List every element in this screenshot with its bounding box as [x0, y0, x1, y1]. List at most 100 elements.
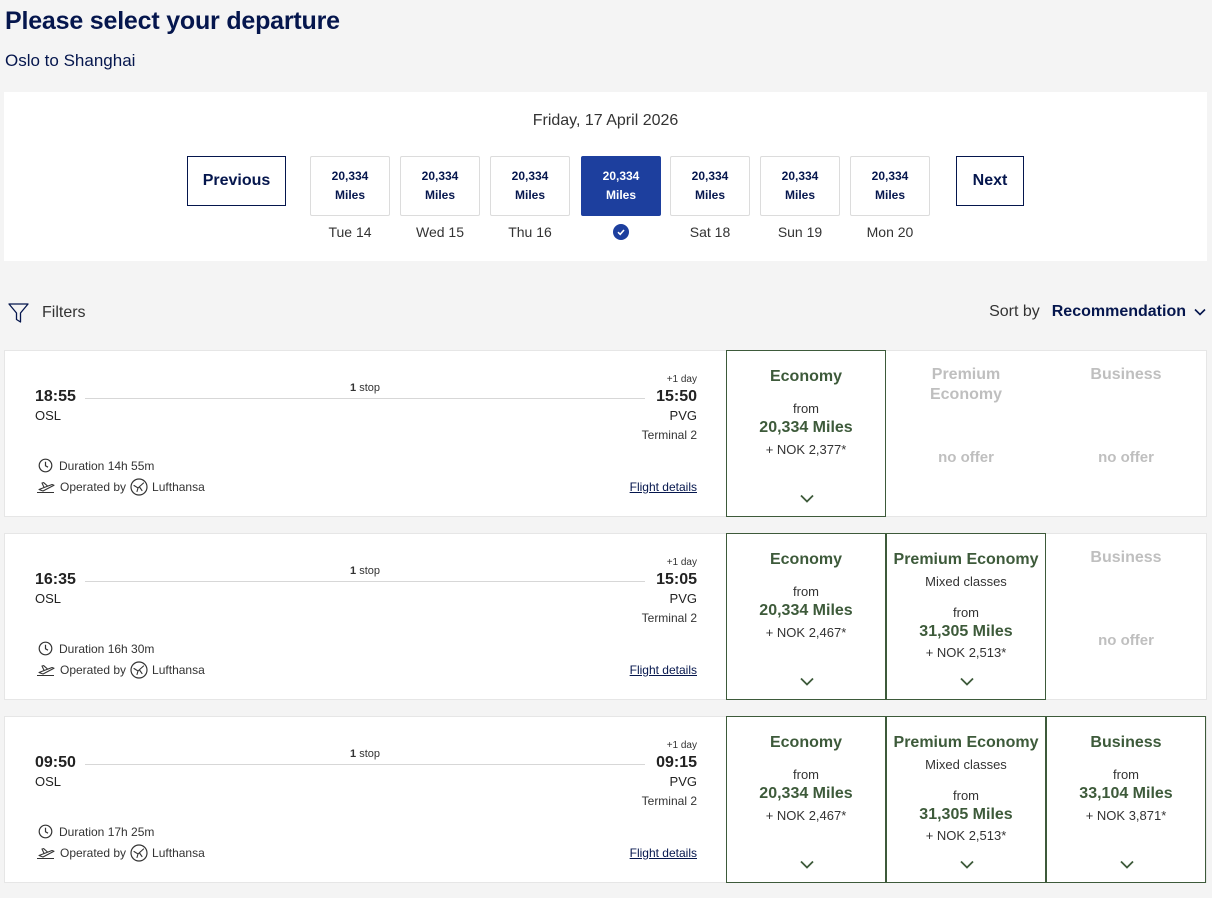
- page-title: Please select your departure: [5, 7, 340, 35]
- operated-by: Operated by Lufthansa: [36, 844, 205, 862]
- fare-surcharge: + NOK 2,513*: [925, 645, 1007, 660]
- operated-by-label: Operated by: [60, 663, 127, 677]
- fare-from: from: [793, 767, 819, 782]
- duration-text: Duration 17h 25m: [59, 824, 155, 839]
- day-price[interactable]: 20,334 Miles: [490, 156, 570, 216]
- fare-class-name: Business: [1090, 549, 1162, 566]
- fare-option[interactable]: Business from 33,104 Miles + NOK 3,871*: [1046, 716, 1206, 883]
- arrival-airport: PVG: [669, 591, 697, 606]
- fare-surcharge: + NOK 2,467*: [765, 808, 847, 823]
- departure-airport: OSL: [35, 591, 62, 606]
- airline-name: Lufthansa: [152, 846, 205, 860]
- day-option[interactable]: 20,334 Miles Sun 19: [760, 156, 840, 242]
- day-label: Sun 19: [777, 224, 823, 240]
- fare-option[interactable]: Economy from 20,334 Miles + NOK 2,467*: [726, 716, 886, 883]
- day-miles-unit: Miles: [694, 188, 725, 202]
- fare-expand[interactable]: [1120, 856, 1134, 874]
- duration: Duration 16h 30m: [38, 641, 154, 656]
- sort-control: Sort by Recommendation: [989, 303, 1206, 321]
- filters-label: Filters: [42, 304, 86, 321]
- day-label: Wed 15: [416, 224, 464, 240]
- chevron-down-icon: [800, 677, 814, 686]
- day-option[interactable]: 20,334 Miles: [581, 156, 661, 240]
- day-price[interactable]: 20,334 Miles: [581, 156, 661, 216]
- lufthansa-logo-icon: [130, 661, 148, 679]
- fare-class-name: Business: [1090, 734, 1162, 751]
- fare-expand[interactable]: [960, 856, 974, 874]
- fare-expand[interactable]: [800, 673, 814, 691]
- flight-info: 16:35 OSL 1 stop +1 day 15:05 PVG Terminal 2 Du…: [5, 534, 725, 699]
- stops-info: 1 stop: [5, 748, 725, 760]
- previous-button[interactable]: Previous: [187, 156, 286, 206]
- selected-date: Friday, 17 April 2026: [532, 112, 679, 129]
- fare-class-name: Premium Economy: [893, 551, 1039, 568]
- duration-text: Duration 16h 30m: [59, 641, 155, 656]
- stops-count: 1: [350, 382, 357, 394]
- fare-surcharge: + NOK 2,467*: [765, 625, 847, 640]
- day-label: Sat 18: [689, 224, 731, 240]
- day-option[interactable]: 20,334 Miles Wed 15: [400, 156, 480, 242]
- stops-word: stop: [359, 565, 380, 577]
- flight-info: 09:50 OSL 1 stop +1 day 09:15 PVG Terminal 2 Du…: [5, 717, 725, 882]
- flight-details-link[interactable]: Flight details: [630, 663, 697, 677]
- plus-day: +1 day: [666, 740, 697, 751]
- fare-surcharge: + NOK 2,513*: [925, 828, 1007, 843]
- day-miles: 20,334: [511, 169, 549, 183]
- day-option[interactable]: 20,334 Miles Sat 18: [670, 156, 750, 242]
- fare-option[interactable]: Premium Economy Mixed classes from 31,305 M…: [886, 716, 1046, 883]
- arrival-terminal: Terminal 2: [641, 611, 697, 625]
- sort-label: Sort by: [989, 303, 1040, 320]
- fare-expand[interactable]: [800, 490, 814, 508]
- clock-icon: [38, 824, 53, 839]
- fare-miles: 31,305 Miles: [919, 806, 1013, 823]
- day-miles: 20,334: [331, 169, 369, 183]
- chevron-down-icon: [1120, 860, 1134, 869]
- day-price[interactable]: 20,334 Miles: [850, 156, 930, 216]
- day-label: Thu 16: [508, 224, 552, 240]
- fare-expand[interactable]: [800, 856, 814, 874]
- day-price[interactable]: 20,334 Miles: [400, 156, 480, 216]
- day-label: Mon 20: [866, 224, 914, 240]
- day-price[interactable]: 20,334 Miles: [760, 156, 840, 216]
- fare-class-name: Business: [1090, 366, 1162, 383]
- stops-count: 1: [350, 748, 357, 760]
- arrival-time: 15:50: [656, 388, 697, 405]
- day-option[interactable]: 20,334 Miles Mon 20: [850, 156, 930, 242]
- fare-option[interactable]: Economy from 20,334 Miles + NOK 2,377*: [726, 350, 886, 517]
- fare-class-name: Economy: [769, 551, 842, 568]
- plane-icon: [37, 848, 55, 860]
- day-option[interactable]: 20,334 Miles Tue 14: [310, 156, 390, 242]
- filters-button[interactable]: Filters: [8, 302, 86, 324]
- fare-from: from: [793, 401, 819, 416]
- fare-option[interactable]: Economy from 20,334 Miles + NOK 2,467*: [726, 533, 886, 700]
- clock-icon: [38, 458, 53, 473]
- chevron-down-icon[interactable]: [1194, 308, 1206, 316]
- arrival-terminal: Terminal 2: [641, 794, 697, 808]
- arrival-airport: PVG: [669, 774, 697, 789]
- day-option[interactable]: 20,334 Miles Thu 16: [490, 156, 570, 242]
- fare-from: from: [793, 584, 819, 599]
- operated-by: Operated by Lufthansa: [36, 661, 205, 679]
- fare-expand[interactable]: [960, 673, 974, 691]
- day-price[interactable]: 20,334 Miles: [310, 156, 390, 216]
- no-offer-label: no offer: [1098, 632, 1154, 649]
- fare-class-name: Premium Economy: [929, 366, 1002, 403]
- date-selector: Friday, 17 April 2026 Previous 20,334 Mil…: [4, 92, 1207, 261]
- selected-check: [613, 224, 629, 240]
- arrival-time: 15:05: [656, 571, 697, 588]
- fare-option-unavailable: Business no offer: [1046, 533, 1206, 700]
- fare-from: from: [953, 788, 979, 803]
- day-price[interactable]: 20,334 Miles: [670, 156, 750, 216]
- duration: Duration 17h 25m: [38, 824, 154, 839]
- sort-dropdown[interactable]: Recommendation: [1052, 303, 1186, 321]
- day-miles: 20,334: [691, 169, 729, 183]
- fare-from: from: [953, 605, 979, 620]
- fare-option[interactable]: Premium Economy Mixed classes from 31,305 M…: [886, 533, 1046, 700]
- flight-card: 16:35 OSL 1 stop +1 day 15:05 PVG Terminal 2 Du…: [4, 533, 1207, 700]
- next-button[interactable]: Next: [956, 156, 1024, 206]
- chevron-down-icon: [960, 860, 974, 869]
- stops-count: 1: [350, 565, 357, 577]
- day-miles-unit: Miles: [874, 188, 905, 202]
- flight-details-link[interactable]: Flight details: [630, 480, 697, 494]
- flight-details-link[interactable]: Flight details: [630, 846, 697, 860]
